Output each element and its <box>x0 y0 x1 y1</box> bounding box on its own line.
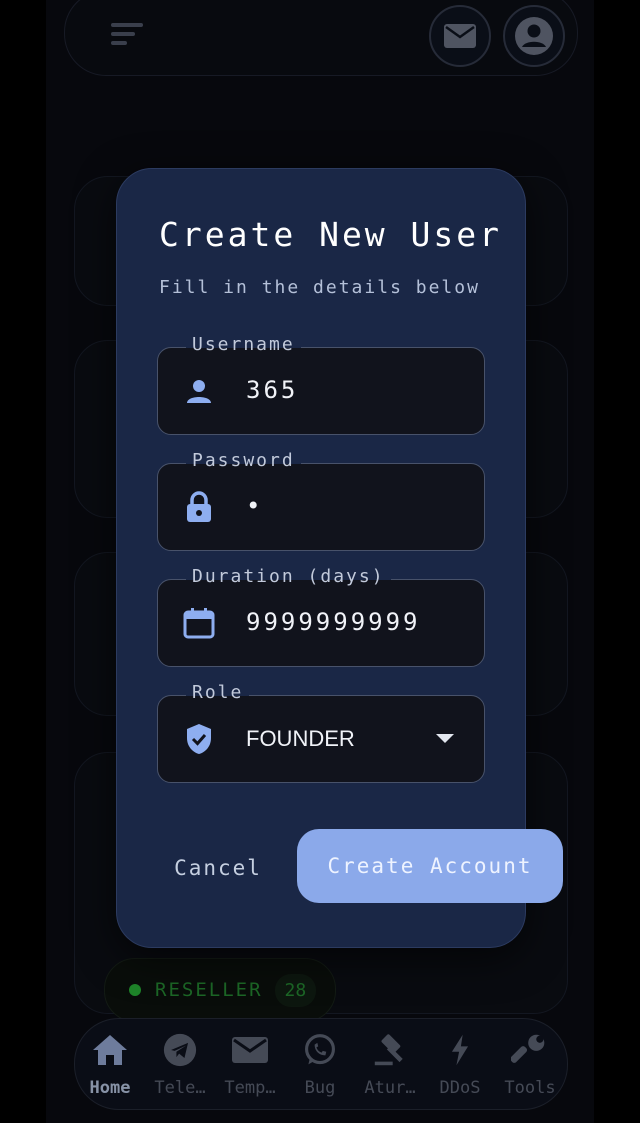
user-icon <box>182 374 216 408</box>
shield-check-icon <box>182 722 216 756</box>
duration-value[interactable]: 9999999999 <box>246 608 421 636</box>
lock-icon <box>182 490 216 524</box>
role-label: Role <box>186 682 250 703</box>
dialog-subtitle: Fill in the details below <box>159 277 480 298</box>
duration-label: Duration (days) <box>186 566 391 587</box>
calendar-icon <box>182 606 216 640</box>
username-label: Username <box>186 334 301 355</box>
cancel-button[interactable]: Cancel <box>159 831 277 905</box>
password-value[interactable]: • <box>246 492 263 520</box>
role-select[interactable]: Role FOUNDER <box>157 682 485 783</box>
username-value[interactable]: 365 <box>246 376 298 404</box>
dialog-title: Create New User <box>159 215 503 254</box>
password-field[interactable]: Password • <box>157 450 485 551</box>
password-label: Password <box>186 450 301 471</box>
create-user-dialog: Create New User Fill in the details belo… <box>116 168 563 948</box>
username-field[interactable]: Username 365 <box>157 334 485 435</box>
role-value: FOUNDER <box>246 726 355 751</box>
create-account-button[interactable]: Create Account <box>297 829 563 903</box>
dropdown-caret-icon[interactable] <box>436 734 454 743</box>
duration-field[interactable]: Duration (days) 9999999999 <box>157 566 485 667</box>
